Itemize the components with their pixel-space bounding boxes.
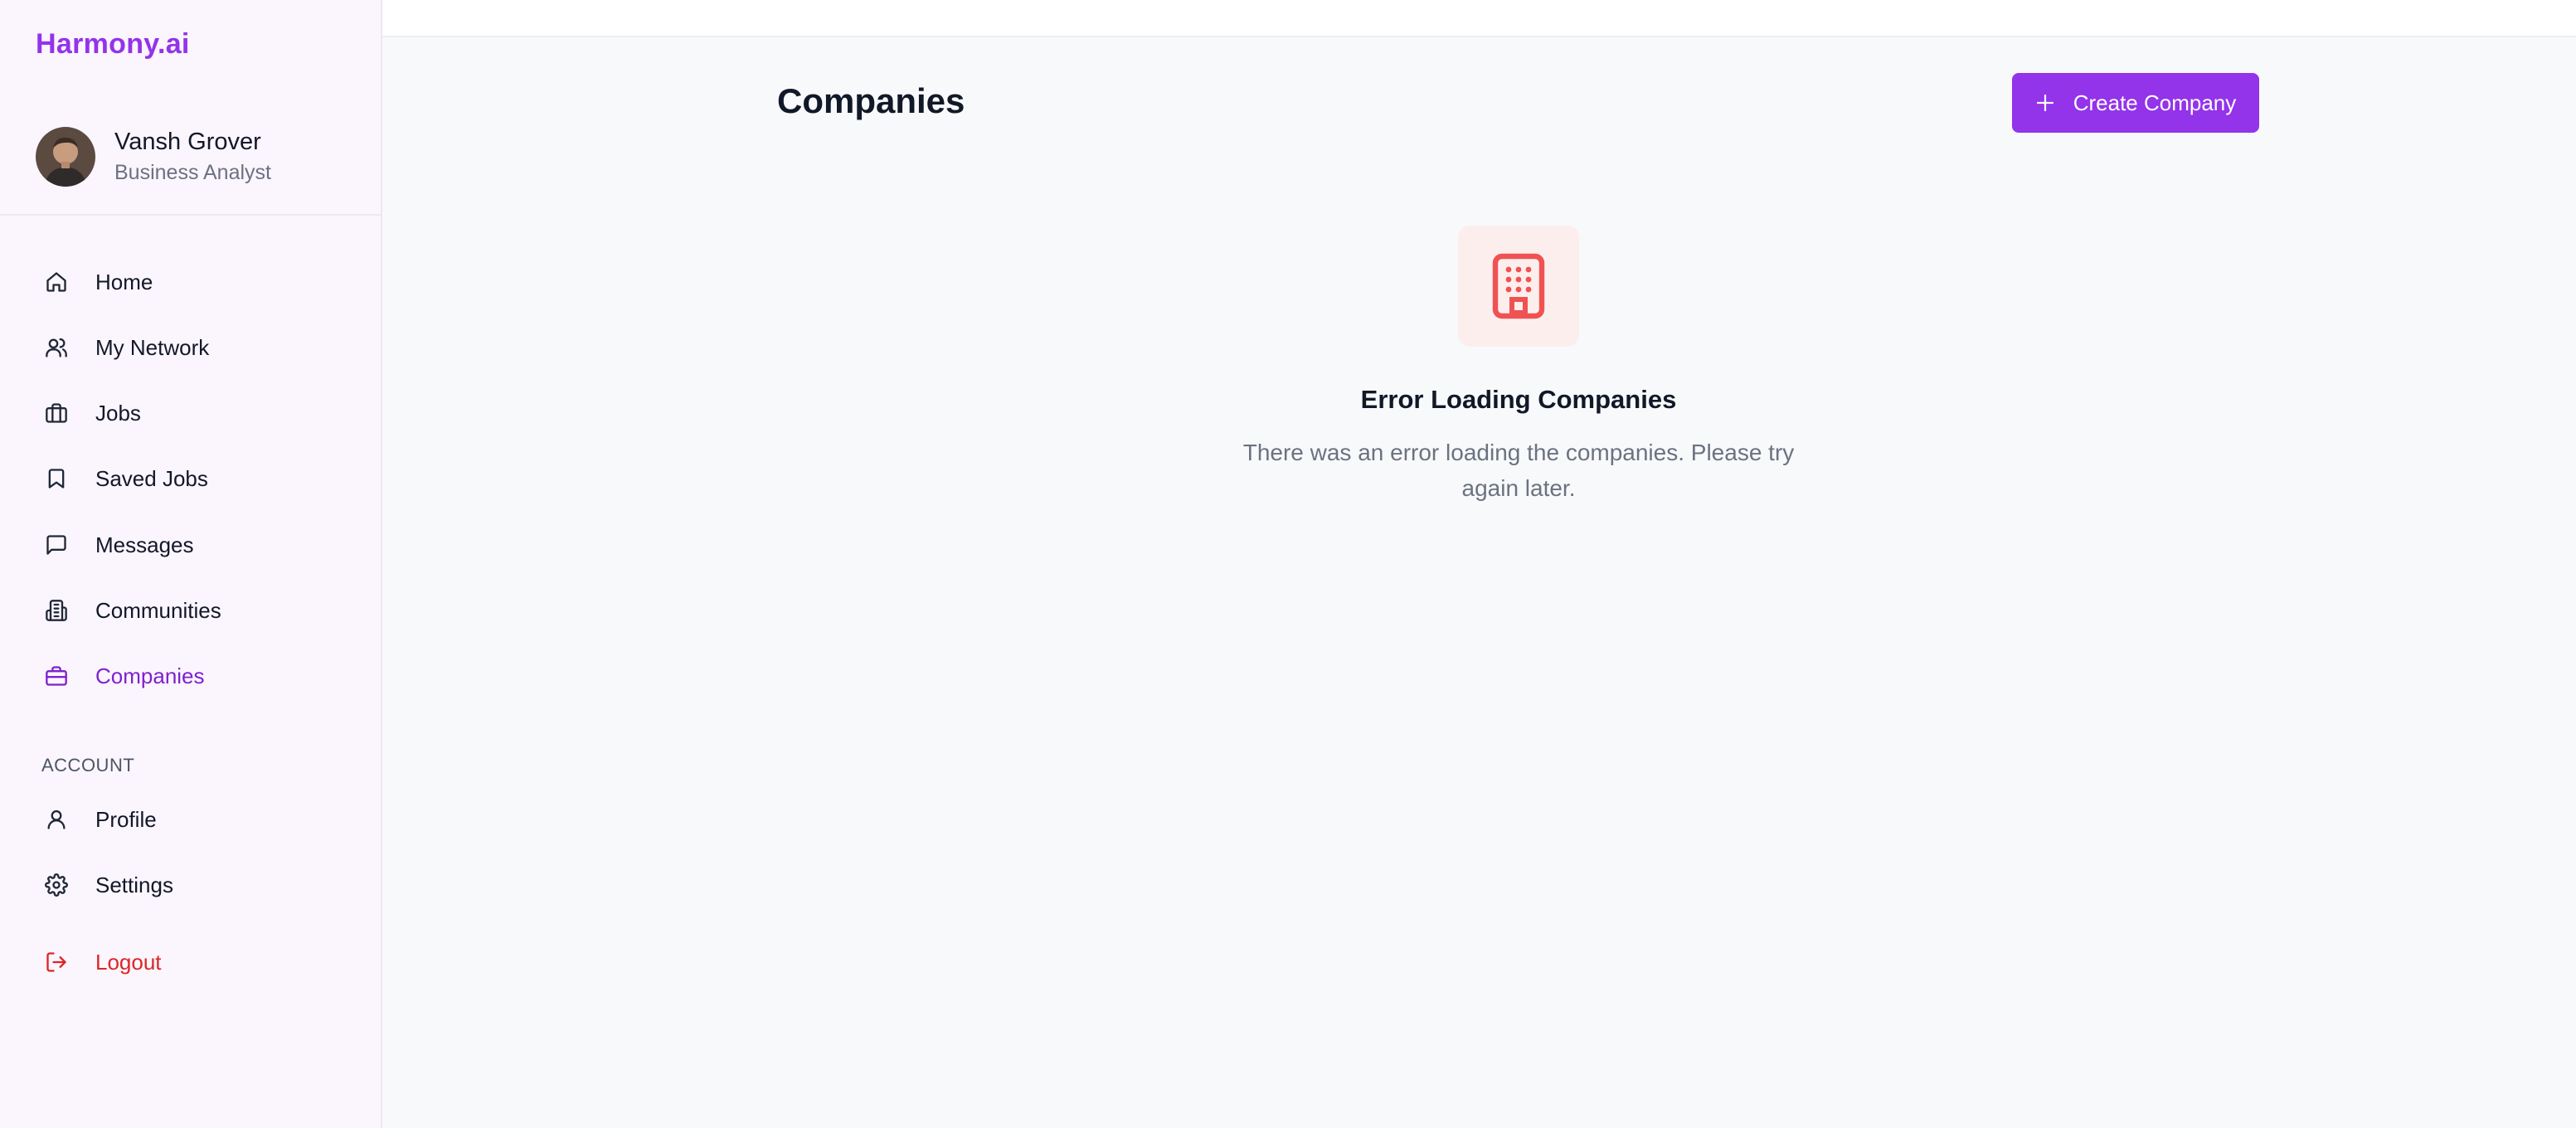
gear-icon xyxy=(43,872,70,898)
bookmark-icon xyxy=(43,465,70,492)
sidebar-item-label: Settings xyxy=(95,872,173,897)
sidebar-item-my-network[interactable]: My Network xyxy=(43,328,358,367)
sidebar-divider xyxy=(0,214,381,216)
sidebar-item-home[interactable]: Home xyxy=(43,263,358,301)
sidebar-item-companies[interactable]: Companies xyxy=(43,657,358,695)
message-square-icon xyxy=(43,532,70,558)
error-message: There was an error loading the companies… xyxy=(1242,440,1795,501)
sidebar-item-label: Messages xyxy=(95,532,194,557)
logout-icon xyxy=(43,949,70,975)
user-name: Vansh Grover xyxy=(114,129,261,155)
sidebar: Harmony.ai Vansh Grover Business Analyst xyxy=(0,0,382,1128)
avatar xyxy=(36,127,95,187)
error-title: Error Loading Companies xyxy=(1360,385,1677,414)
sidebar-item-settings[interactable]: Settings xyxy=(43,866,358,904)
building-icon xyxy=(1492,253,1545,319)
home-icon xyxy=(43,269,70,295)
users-icon xyxy=(43,334,70,361)
page-title: Companies xyxy=(777,81,965,120)
sidebar-item-profile[interactable]: Profile xyxy=(43,800,358,839)
logout-button[interactable]: Logout xyxy=(43,943,358,981)
create-company-button[interactable]: Create Company xyxy=(2012,73,2259,133)
logout-label: Logout xyxy=(95,949,162,975)
user-role: Business Analyst xyxy=(114,161,271,184)
user-card[interactable]: Vansh Grover Business Analyst xyxy=(36,126,271,187)
sidebar-item-label: Profile xyxy=(95,806,157,832)
user-icon xyxy=(43,806,70,833)
plus-icon xyxy=(2035,93,2055,113)
sidebar-item-saved-jobs[interactable]: Saved Jobs xyxy=(43,459,358,498)
sidebar-item-label: Saved Jobs xyxy=(95,465,208,491)
briefcase-icon xyxy=(43,400,70,426)
sidebar-item-jobs[interactable]: Jobs xyxy=(43,394,358,432)
app-root: Harmony.ai Vansh Grover Business Analyst xyxy=(0,0,2576,1128)
sidebar-item-label: Companies xyxy=(95,663,205,688)
buildings-icon xyxy=(43,597,70,624)
sidebar-item-communities[interactable]: Communities xyxy=(43,591,358,630)
create-company-label: Create Company xyxy=(2073,90,2237,115)
brand-logo[interactable]: Harmony.ai xyxy=(36,28,190,61)
error-icon-container xyxy=(1458,226,1579,347)
sidebar-item-label: My Network xyxy=(95,334,210,360)
main-content: Companies Create Company Error Loading C… xyxy=(382,0,2576,1128)
sidebar-item-label: Jobs xyxy=(95,400,141,425)
sidebar-item-label: Home xyxy=(95,269,153,294)
briefcase-active-icon xyxy=(43,663,70,689)
sidebar-item-label: Communities xyxy=(95,597,221,623)
sidebar-item-messages[interactable]: Messages xyxy=(43,526,358,564)
account-section-label: ACCOUNT xyxy=(41,755,135,776)
top-bar xyxy=(382,0,2576,37)
